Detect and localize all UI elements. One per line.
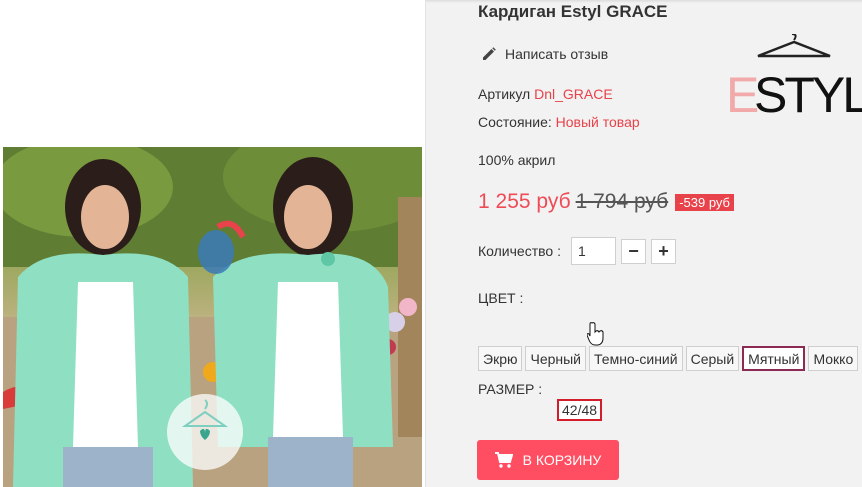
write-review-label: Написать отзыв — [505, 46, 609, 62]
product-photo-illustration — [3, 147, 422, 487]
product-image-column — [0, 0, 425, 487]
pencil-icon — [483, 47, 496, 60]
quantity-input[interactable] — [570, 237, 616, 265]
old-price: 1 794 руб — [575, 190, 669, 213]
color-option-black[interactable]: Черный — [525, 346, 587, 371]
color-option-mint[interactable]: Мятный — [742, 346, 806, 371]
price-block: 1 255 руб 1 794 руб -539 руб — [478, 190, 734, 214]
color-option-grey[interactable]: Серый — [685, 346, 740, 371]
write-review-link[interactable]: Написать отзыв — [481, 46, 608, 62]
size-option-42-48[interactable]: 42/48 — [557, 399, 603, 421]
quantity-plus-button[interactable]: + — [650, 238, 676, 264]
discount-badge: -539 руб — [675, 193, 734, 211]
product-photo[interactable] — [3, 147, 422, 487]
condition-label: Состояние: — [478, 114, 552, 130]
add-to-cart-label: В КОРЗИНУ — [522, 452, 602, 468]
composition-text: 100% акрил — [478, 152, 556, 168]
article-label: Артикул — [478, 86, 531, 102]
color-options: Экрю Черный Темно-синий Серый Мятный Мок… — [478, 346, 859, 371]
condition-value: Новый товар — [555, 114, 640, 130]
product-title: Кардиган Estyl GRACE — [478, 2, 668, 21]
quantity-stepper: Количество : − + — [478, 237, 676, 265]
svg-text:STYL: STYL — [754, 67, 862, 116]
condition-row: Состояние: Новый товар — [478, 114, 640, 130]
article-value: Dnl_GRACE — [534, 86, 613, 102]
article-row: Артикул Dnl_GRACE — [478, 86, 613, 102]
color-label: ЦВЕТ : — [478, 290, 524, 306]
color-option-mocha[interactable]: Мокко — [808, 346, 859, 371]
color-option-dark-blue[interactable]: Темно-синий — [589, 346, 683, 371]
quantity-label: Количество : — [478, 243, 561, 259]
add-to-cart-button[interactable]: В КОРЗИНУ — [477, 440, 619, 480]
cursor-icon — [587, 322, 604, 346]
quantity-minus-button[interactable]: − — [620, 238, 646, 264]
current-price: 1 255 руб — [478, 190, 571, 213]
color-option-ekru[interactable]: Экрю — [478, 346, 523, 371]
size-label: РАЗМЕР : — [478, 381, 543, 397]
brand-logo: E STYL — [726, 34, 862, 116]
hanger-icon — [167, 394, 243, 470]
cart-icon — [494, 452, 513, 468]
